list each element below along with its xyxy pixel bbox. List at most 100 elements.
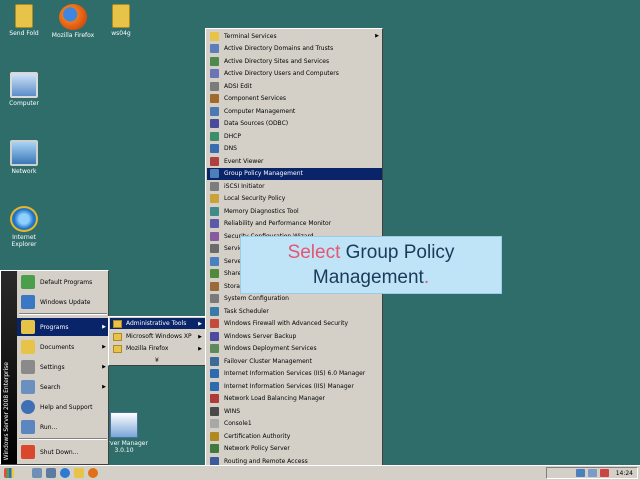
instruction-callout: Select Group Policy Management.: [240, 236, 502, 294]
admin-menu-item[interactable]: Terminal Services ▶: [207, 30, 382, 42]
admin-menu-item[interactable]: WINS: [207, 405, 382, 417]
admin-menu-item[interactable]: DHCP: [207, 130, 382, 142]
admin-tool-icon: [210, 169, 219, 178]
admin-menu-item-label: Memory Diagnostics Tool: [224, 207, 299, 215]
server-manager-quicklaunch-icon[interactable]: [32, 468, 42, 478]
admin-menu-item-label: Local Security Policy: [224, 195, 286, 202]
submenu-arrow-icon: ▶: [102, 324, 106, 330]
admin-menu-item-label: Routing and Remote Access: [224, 457, 308, 465]
start-item-documents[interactable]: Documents ▶: [17, 338, 109, 356]
admin-tool-icon: [210, 119, 219, 128]
expand-menu-chevron-icon[interactable]: ¥: [155, 357, 159, 364]
submenu-arrow-icon: ▶: [102, 364, 106, 370]
admin-tool-icon: [210, 231, 219, 241]
desktop-icon-network[interactable]: Network: [0, 140, 48, 175]
internet-explorer-quicklaunch-icon[interactable]: [60, 468, 70, 478]
programs-item-label: Administrative Tools: [126, 320, 187, 327]
admin-menu-item-label: Windows Firewall with Advanced Security: [224, 320, 349, 327]
admin-tool-icon: [210, 369, 219, 378]
programs-item-firefox[interactable]: Mozilla Firefox ▶: [110, 343, 205, 354]
admin-menu-item[interactable]: Certification Authority: [207, 430, 382, 442]
desktop-icon-send-fold[interactable]: Send Fold: [0, 4, 48, 37]
admin-menu-item[interactable]: Failover Cluster Management: [207, 355, 382, 367]
admin-menu-item[interactable]: Event Viewer: [207, 155, 382, 167]
folder-quicklaunch-icon[interactable]: [74, 468, 84, 478]
admin-menu-item[interactable]: Active Directory Sites and Services: [207, 55, 382, 67]
admin-tool-icon: [210, 419, 219, 428]
admin-menu-item[interactable]: Internet Information Services (IIS) Mana…: [207, 380, 382, 392]
admin-tool-icon: [210, 181, 219, 191]
admin-menu-item[interactable]: Local Security Policy: [207, 193, 382, 205]
admin-menu-item-label: Network Policy Server: [224, 445, 290, 452]
start-menu: Windows Server 2008 Enterprise Default P…: [0, 270, 109, 465]
start-item-default-programs[interactable]: Default Programs: [17, 273, 109, 291]
taskbar: 14:24: [0, 465, 640, 480]
desktop-icon-computer[interactable]: Computer: [0, 72, 48, 107]
admin-tool-icon: [210, 206, 219, 216]
tray-volume-icon[interactable]: [587, 469, 597, 477]
admin-tool-icon: [210, 81, 219, 91]
admin-menu-item-label: Failover Cluster Management: [224, 357, 312, 365]
firefox-icon: [59, 4, 87, 30]
submenu-arrow-icon: ▶: [102, 384, 106, 390]
admin-menu-item[interactable]: Component Services: [207, 93, 382, 105]
admin-menu-item[interactable]: Active Directory Domains and Trusts: [207, 43, 382, 55]
admin-menu-item-label: Certification Authority: [224, 432, 291, 440]
admin-tool-icon: [210, 194, 219, 203]
programs-item-windows-xp[interactable]: Microsoft Windows XP ▶: [110, 331, 205, 342]
start-menu-band: Windows Server 2008 Enterprise: [1, 271, 17, 464]
start-item-windows-update[interactable]: Windows Update: [17, 293, 109, 311]
programs-item-administrative-tools[interactable]: Administrative Tools ▶: [110, 318, 205, 329]
show-desktop-icon[interactable]: [46, 468, 56, 478]
desktop-icon-ws04g[interactable]: ws04g: [97, 4, 145, 37]
start-item-label: Search: [40, 383, 61, 391]
start-item-run[interactable]: Run...: [17, 418, 109, 436]
tray-security-icon[interactable]: [599, 469, 609, 477]
admin-menu-item[interactable]: Network Load Balancing Manager: [207, 393, 382, 405]
admin-menu-item[interactable]: Task Scheduler: [207, 305, 382, 317]
admin-menu-item[interactable]: Internet Information Services (IIS) 6.0 …: [207, 368, 382, 380]
help-icon: [21, 400, 35, 414]
admin-menu-item[interactable]: DNS: [207, 143, 382, 155]
admin-menu-item-label: Active Directory Users and Computers: [224, 70, 339, 77]
start-item-programs[interactable]: Programs ▶: [17, 318, 109, 336]
start-item-help[interactable]: Help and Support: [17, 398, 109, 416]
admin-menu-item[interactable]: Network Policy Server: [207, 443, 382, 455]
admin-tool-icon: [210, 44, 219, 53]
admin-tool-icon: [210, 31, 219, 41]
admin-tool-icon: [210, 319, 219, 328]
admin-tool-icon: [210, 144, 219, 153]
admin-menu-item[interactable]: Active Directory Users and Computers: [207, 68, 382, 80]
admin-tool-icon: [210, 244, 219, 253]
start-item-settings[interactable]: Settings ▶: [17, 358, 109, 376]
start-button-icon[interactable]: [4, 468, 14, 478]
system-tray: 14:24: [546, 467, 638, 479]
desktop-icon-internet-explorer[interactable]: Internet Explorer: [0, 206, 48, 248]
admin-tool-icon: [210, 406, 219, 416]
desktop-icon-firefox[interactable]: Mozilla Firefox: [49, 4, 97, 39]
admin-menu-item[interactable]: ADSI Edit: [207, 80, 382, 92]
admin-menu-item[interactable]: Memory Diagnostics Tool: [207, 205, 382, 217]
firefox-quicklaunch-icon[interactable]: [88, 468, 98, 478]
admin-tool-icon: [210, 294, 219, 303]
admin-menu-item[interactable]: System Configuration: [207, 293, 382, 305]
admin-menu-item[interactable]: Reliability and Performance Monitor: [207, 218, 382, 230]
admin-menu-item[interactable]: Group Policy Management: [207, 167, 382, 180]
admin-menu-item[interactable]: Windows Deployment Services: [207, 343, 382, 355]
tray-network-icon[interactable]: [575, 469, 585, 477]
admin-menu-item[interactable]: Windows Firewall with Advanced Security: [207, 318, 382, 330]
folder-icon: [113, 332, 122, 341]
admin-menu-item[interactable]: Computer Management: [207, 105, 382, 117]
start-item-shutdown[interactable]: Shut Down...: [17, 443, 109, 461]
start-item-label: Windows Update: [40, 298, 91, 306]
admin-menu-item-label: ADSI Edit: [224, 82, 252, 90]
folder-icon: [113, 344, 122, 353]
clock[interactable]: 14:24: [616, 470, 633, 477]
start-item-search[interactable]: Search ▶: [17, 378, 109, 396]
admin-menu-item[interactable]: Console1: [207, 418, 382, 430]
start-item-label: Help and Support: [40, 403, 93, 411]
admin-menu-item[interactable]: iSCSI Initiator: [207, 180, 382, 192]
admin-menu-item[interactable]: Data Sources (ODBC): [207, 118, 382, 130]
admin-menu-item[interactable]: Windows Server Backup: [207, 330, 382, 342]
admin-menu-item-label: Computer Management: [224, 107, 296, 115]
